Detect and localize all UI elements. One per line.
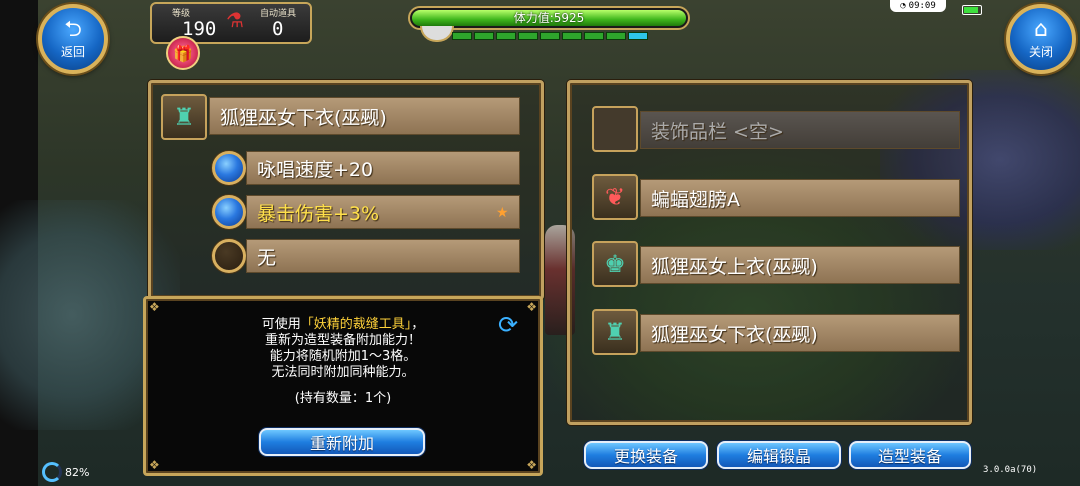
energy-segment: [474, 32, 494, 40]
loading-percent: 82%: [65, 465, 90, 479]
ability-orb-icon: [212, 239, 246, 273]
energy-segments: [452, 32, 648, 40]
loading-status: 82%: [42, 462, 89, 482]
slot-label: 狐狸巫女下衣(巫觋): [651, 323, 818, 346]
edit-crystal-button[interactable]: 编辑锻晶: [717, 441, 841, 469]
top-garment-icon: ♚: [592, 241, 638, 287]
gift-box-icon[interactable]: 🎁: [166, 36, 200, 70]
ability-row[interactable]: 暴击伤害+3%: [246, 195, 520, 229]
info-line-1: 可使用「妖精的裁缝工具」，: [146, 317, 540, 333]
ability-row[interactable]: 咏唱速度+20: [246, 151, 520, 185]
info-line-2: 重新为造型装备附加能力！: [264, 333, 421, 348]
close-button-label: 关闭: [1028, 44, 1053, 59]
ability-text: 无: [257, 246, 277, 269]
ability-orb-icon: [212, 151, 246, 185]
slot-row[interactable]: 狐狸巫女上衣(巫觋): [640, 246, 960, 284]
clock-time: 09:09: [908, 1, 936, 11]
potion-icon: ⚗: [226, 8, 244, 32]
clock-icon: ◔: [900, 1, 906, 11]
stamina-text: 体力值:5925: [513, 11, 585, 25]
corner-ornament: ❖: [149, 458, 160, 472]
home-icon: ⌂: [1034, 16, 1048, 42]
slot-label: 狐狸巫女上衣(巫觋): [651, 255, 818, 278]
energy-segment: [496, 32, 516, 40]
ability-text: 暴击伤害+3%: [257, 202, 380, 225]
back-button-label: 返回: [60, 44, 85, 59]
back-button[interactable]: ⮌ 返回: [38, 4, 108, 74]
ability-row[interactable]: 无: [246, 239, 520, 273]
return-arrow-icon: ⮌: [64, 16, 82, 42]
battery-icon: [962, 5, 982, 15]
tool-name: 「妖精的裁缝工具」: [300, 317, 412, 332]
energy-segment: [628, 32, 648, 40]
change-equip-button[interactable]: 更换装备: [584, 441, 708, 469]
costume-equip-button[interactable]: 造型装备: [849, 441, 971, 469]
energy-segment: [584, 32, 604, 40]
energy-segment: [540, 32, 560, 40]
stamina-ornament: [420, 26, 454, 42]
bottom-garment-icon: ♜: [161, 94, 207, 140]
slot-row[interactable]: 狐狸巫女下衣(巫觋): [640, 314, 960, 352]
empty-slot-icon: [592, 106, 638, 152]
energy-segment: [452, 32, 472, 40]
slot-label: 装饰品栏 <空>: [651, 120, 784, 143]
auto-item-value: 0: [272, 18, 284, 40]
bat-wing-icon: ❦: [592, 174, 638, 220]
info-line-1-prefix: 可使用: [261, 317, 301, 332]
energy-segment: [562, 32, 582, 40]
loading-icon: [42, 462, 62, 482]
reattach-button[interactable]: 重新附加: [259, 428, 425, 456]
close-button[interactable]: ⌂ 关闭: [1006, 4, 1076, 74]
bottom-garment-icon: ♜: [592, 309, 638, 355]
item-count: (持有数量：1个): [294, 391, 392, 406]
equip-name-text: 狐狸巫女下衣(巫觋): [220, 106, 387, 129]
slot-label: 蝙蝠翅膀A: [651, 188, 740, 211]
info-line-1-suffix: ，: [411, 317, 425, 332]
version-text: 3.0.0a(70): [983, 465, 1038, 475]
energy-segment: [518, 32, 538, 40]
corner-ornament: ❖: [149, 300, 160, 314]
corner-ornament: ❖: [526, 300, 537, 314]
corner-ornament: ❖: [526, 458, 537, 472]
info-line-4: 无法同时附加同种能力。: [271, 365, 415, 380]
clock: ◔ 09:09: [890, 0, 946, 12]
slot-row[interactable]: 装饰品栏 <空>: [640, 111, 960, 149]
slot-row[interactable]: 蝙蝠翅膀A: [640, 179, 960, 217]
ability-text: 咏唱速度+20: [257, 158, 374, 181]
energy-segment: [606, 32, 626, 40]
ability-orb-icon: [212, 195, 246, 229]
info-line-3: 能力将随机附加1～3格。: [269, 349, 417, 364]
star-icon: ★: [496, 205, 509, 221]
equip-name: 狐狸巫女下衣(巫觋): [209, 97, 520, 135]
